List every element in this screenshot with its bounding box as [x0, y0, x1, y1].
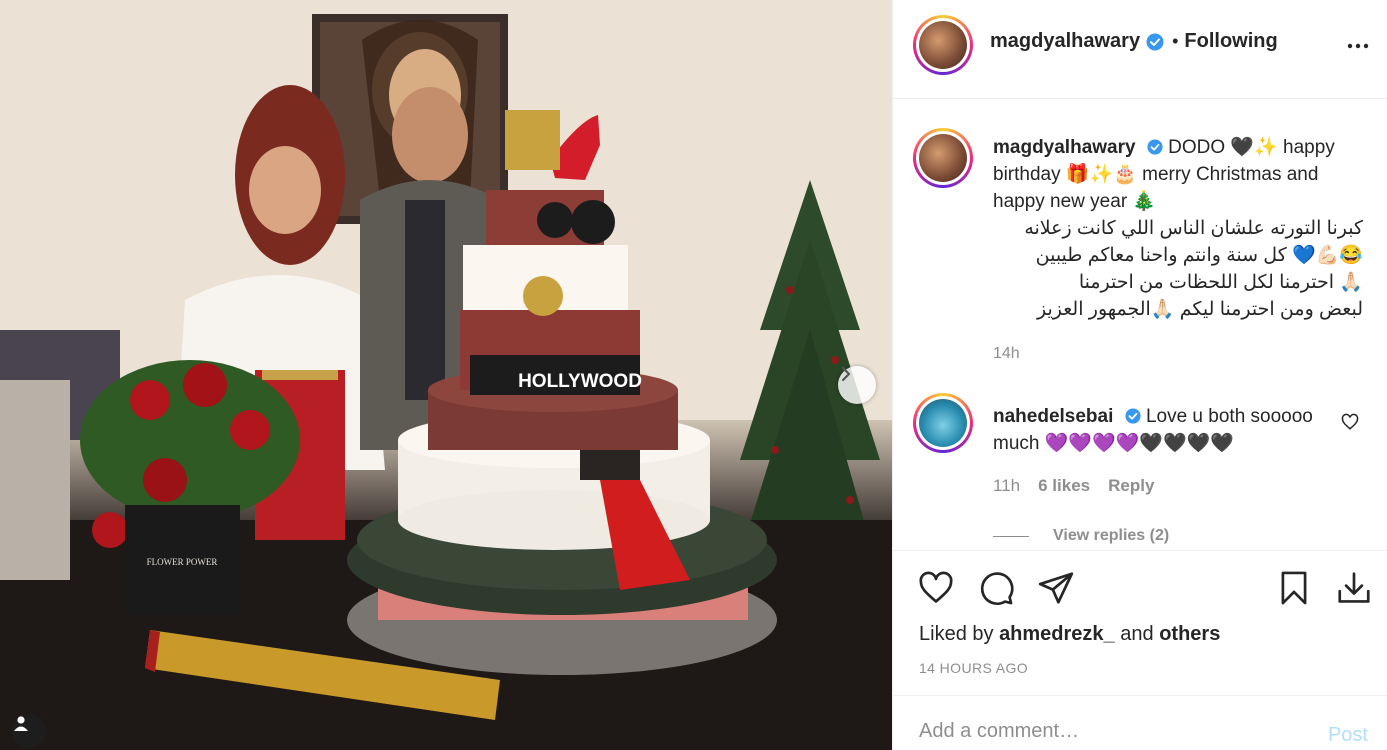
post-comment-button[interactable]: Post: [1328, 724, 1368, 747]
chevron-right-icon: [841, 366, 851, 382]
following-button[interactable]: Following: [1184, 30, 1277, 53]
add-comment-bar: Post: [893, 695, 1387, 750]
post-side-panel: magdyalhawary • Following magdyalhawary: [892, 0, 1387, 750]
view-replies-button[interactable]: View replies (2): [993, 527, 1169, 545]
caption-line-4: 🙏🏻 احترمنا لكل اللحظات من احترمنا: [1078, 272, 1363, 293]
photo-illustration: FLOWER POWER HOLLYWOOD: [0, 0, 892, 750]
liked-user[interactable]: ahmedrezk_: [999, 623, 1115, 645]
save-button[interactable]: [1275, 569, 1313, 612]
like-comment-button[interactable]: [1341, 413, 1359, 436]
share-icon: [1038, 572, 1074, 604]
caption-line-3: 😂💪🏻💙 كل سنة وانتم واحنا معاكم طيبين: [1035, 245, 1363, 266]
caption-author-username[interactable]: magdyalhawary: [993, 137, 1136, 158]
verified-icon: [1125, 408, 1141, 424]
share-button[interactable]: [1037, 569, 1075, 612]
reply-button[interactable]: Reply: [1108, 476, 1154, 496]
caption-time[interactable]: 14h: [993, 345, 1020, 363]
box-label: FLOWER POWER: [147, 557, 218, 567]
verified-icon: [1147, 139, 1163, 155]
caption-author-avatar[interactable]: [913, 128, 973, 188]
comment-likes[interactable]: 6 likes: [1038, 476, 1090, 496]
author-avatar[interactable]: [913, 15, 973, 75]
liked-by: Liked by ahmedrezk_ and others: [919, 623, 1220, 646]
bookmark-icon: [1281, 571, 1307, 605]
caption-line-2: كبرنا التورته علشان الناس اللي كانت زعلا…: [1024, 218, 1363, 239]
replies-divider: [993, 535, 1029, 537]
user-tag-button[interactable]: [12, 714, 46, 748]
separator-dot: •: [1172, 31, 1179, 51]
cake-sign: HOLLYWOOD: [518, 371, 642, 392]
post-actions: Liked by ahmedrezk_ and others 14 HOURS …: [893, 550, 1387, 695]
more-options-button[interactable]: [1346, 34, 1370, 63]
comments-list[interactable]: magdyalhawary DODO 🖤✨ happy birthday 🎁✨🎂…: [893, 100, 1387, 550]
comment-button[interactable]: [977, 569, 1015, 612]
heart-icon: [919, 571, 953, 603]
user-tag-icon: [14, 716, 28, 731]
view-replies-label: View replies (2): [1053, 527, 1170, 544]
comment-time[interactable]: 11h: [993, 476, 1020, 496]
comment-meta: 11h 6 likes Reply: [993, 476, 1154, 496]
more-options-icon: [1347, 43, 1369, 49]
liked-others[interactable]: others: [1159, 623, 1220, 645]
caption-line-5: لبعض ومن احترمنا ليكم 🙏🏻الجمهور العزيز: [1037, 299, 1363, 320]
liked-and: and: [1120, 623, 1154, 645]
like-button[interactable]: [917, 569, 955, 612]
caption: magdyalhawary DODO 🖤✨ happy birthday 🎁✨🎂…: [993, 134, 1363, 323]
next-photo-button[interactable]: [838, 366, 876, 404]
download-icon: [1338, 572, 1370, 603]
commenter-username[interactable]: nahedelsebai: [993, 406, 1113, 427]
author-username[interactable]: magdyalhawary: [990, 30, 1140, 53]
post-header: magdyalhawary • Following: [893, 0, 1387, 99]
comment-input[interactable]: [919, 716, 1299, 746]
comment-icon: [980, 572, 1014, 605]
download-button[interactable]: [1335, 569, 1373, 612]
liked-prefix: Liked by: [919, 623, 994, 645]
comment: nahedelsebai Love u both sooooo much 💜💜💜…: [993, 403, 1323, 457]
heart-icon: [1341, 413, 1359, 430]
post-photo[interactable]: FLOWER POWER HOLLYWOOD: [0, 0, 892, 750]
post-timestamp[interactable]: 14 HOURS AGO: [919, 660, 1028, 676]
commenter-avatar[interactable]: [913, 393, 973, 453]
verified-icon: [1146, 33, 1164, 50]
